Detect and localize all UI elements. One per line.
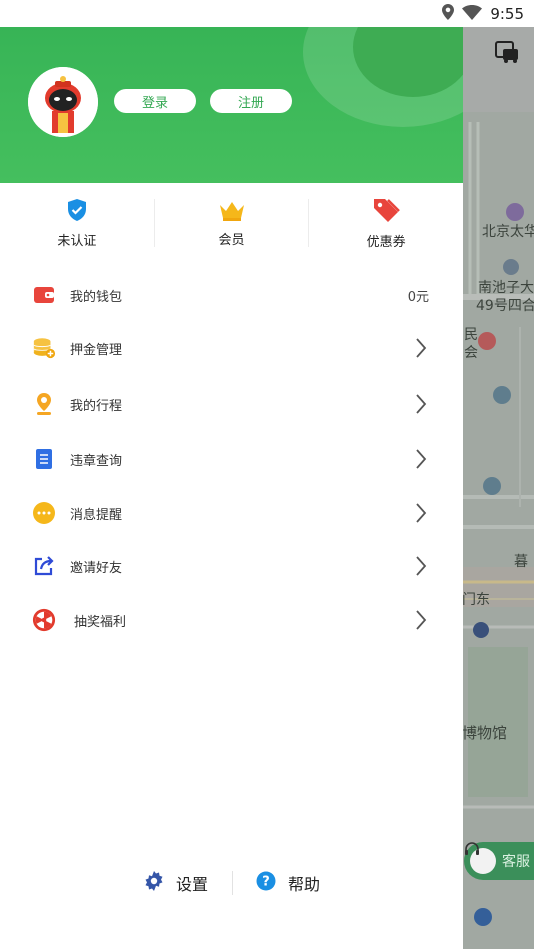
verification-status-button[interactable]: 未认证	[0, 183, 154, 263]
document-icon	[32, 447, 56, 471]
menu-item-invite[interactable]: 邀请好友	[0, 542, 463, 590]
chevron-right-icon	[416, 338, 427, 358]
menu-item-messages[interactable]: 消息提醒	[0, 489, 463, 537]
menu-item-deposit[interactable]: 押金管理	[0, 324, 463, 372]
menu-item-label: 邀请好友	[70, 560, 123, 576]
coins-icon	[32, 336, 56, 360]
menu-item-trips[interactable]: 我的行程	[0, 380, 463, 428]
menu-item-label: 抽奖福利	[74, 614, 127, 630]
menu-item-label: 违章查询	[70, 453, 123, 469]
map-label: 会	[464, 345, 478, 361]
help-icon: ?	[256, 871, 276, 895]
chevron-right-icon	[416, 556, 427, 576]
membership-label: 会员	[218, 232, 245, 248]
coupon-label: 优惠券	[366, 234, 406, 250]
wifi-icon	[462, 4, 483, 24]
membership-button[interactable]: 会员	[155, 183, 309, 263]
menu-item-lottery[interactable]: 抽奖福利	[0, 596, 463, 644]
chevron-right-icon	[416, 394, 427, 414]
headset-icon	[465, 842, 496, 874]
menu-item-label: 押金管理	[70, 342, 123, 358]
map-label: 博物馆	[462, 724, 508, 742]
share-icon	[32, 554, 56, 578]
login-button[interactable]: 登录	[114, 89, 196, 113]
map-label: 暮	[514, 554, 528, 570]
menu-item-violations[interactable]: 违章查询	[0, 435, 463, 483]
quick-actions: 未认证 会员 优惠券	[0, 183, 463, 263]
menu-item-label: 我的行程	[70, 398, 123, 414]
location-icon	[442, 4, 455, 24]
lottery-wheel-icon	[32, 608, 56, 632]
map-label: 门东	[462, 592, 490, 608]
wallet-balance: 0元	[407, 289, 429, 305]
footer-divider	[232, 871, 233, 895]
chevron-right-icon	[416, 449, 427, 469]
wallet-icon	[32, 283, 56, 307]
profile-header: 登录 注册	[0, 27, 463, 183]
map-label: 49号四合	[476, 298, 534, 314]
status-bar: 9:55	[0, 0, 534, 27]
drawer-footer: 设置 ? 帮助	[0, 861, 463, 905]
chevron-right-icon	[416, 610, 427, 630]
settings-label: 设置	[176, 875, 209, 894]
help-button[interactable]: ? 帮助	[256, 871, 320, 895]
crown-icon	[218, 199, 246, 225]
customer-service-button[interactable]: 客服	[464, 842, 534, 880]
tag-icon	[371, 197, 401, 227]
map-label: 民	[464, 327, 478, 343]
svg-text:?: ?	[262, 875, 270, 890]
message-dots-icon	[32, 501, 56, 525]
gear-icon	[144, 871, 164, 895]
side-drawer: 登录 注册 未认证 会员 优惠券 我的钱包 0元 押金管理 我的行程 违章查询 …	[0, 27, 463, 949]
map-label: 北京太华	[482, 224, 534, 240]
menu-item-label: 我的钱包	[70, 289, 123, 305]
status-time: 9:55	[490, 5, 524, 23]
map-label: 南池子大街	[478, 280, 534, 296]
coupon-button[interactable]: 优惠券	[309, 183, 463, 263]
menu-item-wallet[interactable]: 我的钱包 0元	[0, 271, 463, 319]
register-button[interactable]: 注册	[210, 89, 292, 113]
location-pin-icon	[32, 392, 56, 416]
menu-item-label: 消息提醒	[70, 507, 123, 523]
chevron-right-icon	[416, 503, 427, 523]
help-label: 帮助	[288, 875, 321, 894]
verification-label: 未认证	[57, 233, 97, 249]
customer-service-label: 客服	[502, 854, 530, 870]
shield-check-icon	[66, 198, 88, 226]
avatar[interactable]	[28, 67, 98, 137]
settings-button[interactable]: 设置	[144, 871, 208, 895]
